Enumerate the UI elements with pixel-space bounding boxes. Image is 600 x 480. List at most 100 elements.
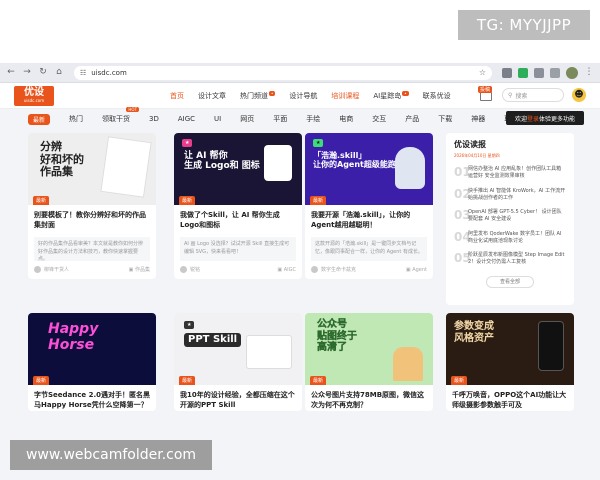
new-dot: • [269, 91, 276, 96]
category-graphic[interactable]: 平面 [273, 114, 287, 124]
category-tools[interactable]: 神器 [471, 114, 485, 124]
home-icon[interactable]: ⌂ [54, 68, 64, 78]
category-ecommerce[interactable]: 电商 [339, 114, 353, 124]
latest-badge: 最新 [310, 376, 327, 385]
card-tag[interactable]: ▣ 作品集 [129, 266, 150, 273]
category-ui[interactable]: UI [214, 115, 221, 123]
nav-hot-channels[interactable]: 热门频道 • [240, 91, 276, 101]
category-3d[interactable]: 3D [149, 115, 159, 123]
submit-button[interactable]: 投稿 [478, 86, 494, 102]
nav-contact[interactable]: 联系优设 [423, 91, 451, 101]
category-product[interactable]: 产品 [405, 114, 419, 124]
nav-ai-island[interactable]: AI星踪岛 • [373, 91, 409, 101]
author-avatar [34, 266, 41, 273]
login-tooltip: 欢迎 登录 体验更多功能 [506, 111, 584, 125]
watermark-bottom: www.webcamfolder.com [10, 440, 212, 470]
category-download[interactable]: 下载 [438, 114, 452, 124]
address-bar[interactable]: ☷ uisdc.com ☆ [74, 65, 492, 80]
category-freebies[interactable]: 领取干货 HOT [102, 107, 140, 124]
category-aigc[interactable]: AIGC [178, 115, 195, 123]
card-meta: 数字生命卡兹克 ▣ Agent [305, 261, 433, 279]
card-title[interactable]: 千呼万唤音，OPPO这个AI功能让大师级摄影参数触手可及 [446, 385, 574, 411]
card-thumbnail: 公众号 贴图终于 高清了 最新 [305, 313, 433, 385]
view-all-button[interactable]: 查看全部 [486, 275, 534, 288]
category-interaction[interactable]: 交互 [372, 114, 386, 124]
thumb-chip: ★ [313, 139, 324, 147]
profile-avatar[interactable] [566, 66, 578, 79]
card-meta: 柳锋干货人 ▣ 作品集 [28, 261, 156, 279]
category-hot[interactable]: 热门 [69, 114, 83, 124]
card-title[interactable]: 我要开源「浩瀚.skill」，让你的Agent越用越聪明！ [305, 205, 433, 231]
card-title[interactable]: 字节Seedance 2.0遇对手！匿名黑马Happy Horse凭什么空降第一… [28, 385, 156, 411]
thumb-text: 参数变成 风格资产 [454, 321, 494, 344]
extension-green-icon[interactable] [518, 67, 528, 78]
card-thumbnail: 参数变成 风格资产 最新 [446, 313, 574, 385]
card-tag[interactable]: ▣ Agent [406, 267, 427, 273]
digest-item[interactable]: 03 OpenAI 部署 GPT-5.5 Cyber！ 设计团队要配套 AI 安全… [454, 209, 566, 224]
card-tag[interactable]: ▣ AIGC [277, 267, 296, 273]
browser-toolbar: ← → ↻ ⌂ ☷ uisdc.com ☆ ⋮ [0, 63, 600, 83]
slides-illustration [246, 335, 292, 369]
new-dot: • [402, 91, 409, 96]
thumb-text: 分辨 好和坏的 作品集 [40, 140, 84, 179]
thumb-text: 公众号 贴图终于 高清了 [317, 319, 357, 353]
category-latest[interactable]: 最新 [28, 113, 51, 125]
thumb-paper-illustration [100, 136, 152, 198]
card-desc: 这款开源的「浩瀚.skill」是一键同步文档与记忆，像跟同事配合一样，让你的 A… [311, 237, 427, 261]
hot-badge: HOT [126, 107, 140, 112]
bookmark-star-icon[interactable]: ☆ [479, 68, 486, 77]
author-name[interactable]: 数字生命卡兹克 [321, 266, 356, 273]
author-name[interactable]: 锐铭 [190, 266, 200, 273]
more-menu-icon[interactable]: ⋮ [584, 68, 594, 78]
thumb-text: 让 AI 帮你 生成 Logo和 图标 [184, 151, 260, 172]
card-thumbnail: ★ 「浩瀚.skill」 让你的Agent超级能跑 最新 [305, 133, 433, 205]
search-icon: ⚲ [508, 91, 513, 99]
robot-cat-illustration [395, 147, 425, 189]
article-card[interactable]: 公众号 贴图终于 高清了 最新 公众号图片支持78MB原图，微信这次为何不再克制… [305, 313, 433, 411]
digest-item[interactable]: 02 快手推出 AI 智能体 KroWork，AI 工作流开始挑战创作者的工作 [454, 188, 566, 203]
card-title[interactable]: 我10年的设计经验，全都压缩在这个开源的PPT Skill [174, 385, 302, 411]
article-card[interactable]: 分辨 好和坏的 作品集 最新 别要模板了！教你分辨好和坏的作品集封面 好的作品集… [28, 133, 156, 279]
card-title[interactable]: 公众号图片支持78MB原图，微信这次为何不再克制？ [305, 385, 433, 411]
browser-window: ← → ↻ ⌂ ☷ uisdc.com ☆ ⋮ 优设 uisdc.com 首页 … [0, 63, 600, 480]
latest-badge: 最新 [179, 376, 196, 385]
card-title[interactable]: 别要模板了！教你分辨好和坏的作品集封面 [28, 205, 156, 231]
latest-badge: 最新 [179, 196, 196, 205]
nav-design-nav[interactable]: 设计导航 [289, 91, 317, 101]
thumb-chip: ★ [182, 139, 193, 147]
card-title[interactable]: 我做了个Skill，让 AI 帮你生成Logo和图标 [174, 205, 302, 231]
site-logo[interactable]: 优设 uisdc.com [14, 85, 54, 106]
card-desc: AI 画 Logo 没选择？试试开源 Skill 直接生成可编辑 SVG，快来看… [180, 237, 296, 261]
envelope-icon [480, 92, 492, 101]
card-meta: 锐铭 ▣ AIGC [174, 261, 302, 279]
author-avatar [180, 266, 187, 273]
digest-item[interactable]: 04 阿里发布 QoderWake 数字员工！团队 AI 商业化试用底池现象讨论 [454, 231, 566, 246]
nav-articles[interactable]: 设计文章 [198, 91, 226, 101]
article-card[interactable]: 参数变成 风格资产 最新 千呼万唤音，OPPO这个AI功能让大师级摄影参数触手可… [446, 313, 574, 411]
site-header: 优设 uisdc.com 首页 设计文章 热门频道 • 设计导航 培训课程 AI星… [0, 83, 600, 109]
card-thumbnail: Happy Horse 最新 [28, 313, 156, 385]
article-card[interactable]: ★ PPT Skill 最新 我10年的设计经验，全都压缩在这个开源的PPT S… [174, 313, 302, 411]
search-box[interactable]: ⚲ 搜索 [502, 88, 564, 102]
site-settings-icon[interactable]: ☷ [80, 69, 86, 77]
nav-home[interactable]: 首页 [170, 91, 184, 101]
article-card[interactable]: ★ 让 AI 帮你 生成 Logo和 图标 最新 我做了个Skill，让 AI … [174, 133, 302, 279]
category-drawing[interactable]: 手绘 [306, 114, 320, 124]
category-web[interactable]: 网页 [240, 114, 254, 124]
user-avatar[interactable]: ☻ [572, 88, 586, 102]
author-avatar [311, 266, 318, 273]
url-text: uisdc.com [91, 68, 127, 77]
card-thumbnail: ★ PPT Skill 最新 [174, 313, 302, 385]
forward-icon[interactable]: → [22, 68, 32, 78]
digest-item[interactable]: 01 网信办整治 AI 应用乱象！创作团队工具箱运营好 安全监测效果审核 [454, 166, 566, 181]
reload-icon[interactable]: ↻ [38, 68, 48, 78]
article-card[interactable]: Happy Horse 最新 字节Seedance 2.0遇对手！匿名黑马Hap… [28, 313, 156, 411]
digest-item[interactable]: 05 阶跃星辰发布新图像模型 Step Image Edit 2！设计交付仍需人工… [454, 252, 566, 267]
sidebar-panel-icon[interactable] [550, 67, 560, 78]
back-icon[interactable]: ← [6, 68, 16, 78]
author-name[interactable]: 柳锋干货人 [44, 266, 69, 273]
nav-courses[interactable]: 培训课程 [331, 91, 359, 101]
article-card[interactable]: ★ 「浩瀚.skill」 让你的Agent超级能跑 最新 我要开源「浩瀚.ski… [305, 133, 433, 279]
extension-icon[interactable] [502, 67, 512, 78]
puzzle-icon[interactable] [534, 67, 544, 78]
